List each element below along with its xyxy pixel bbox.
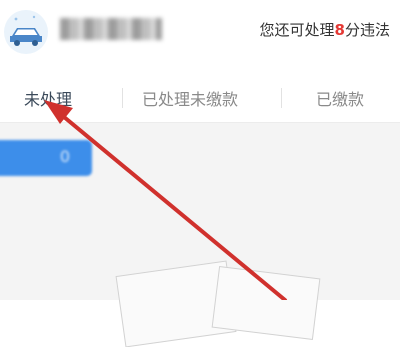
annotation-arrow (44, 100, 287, 300)
